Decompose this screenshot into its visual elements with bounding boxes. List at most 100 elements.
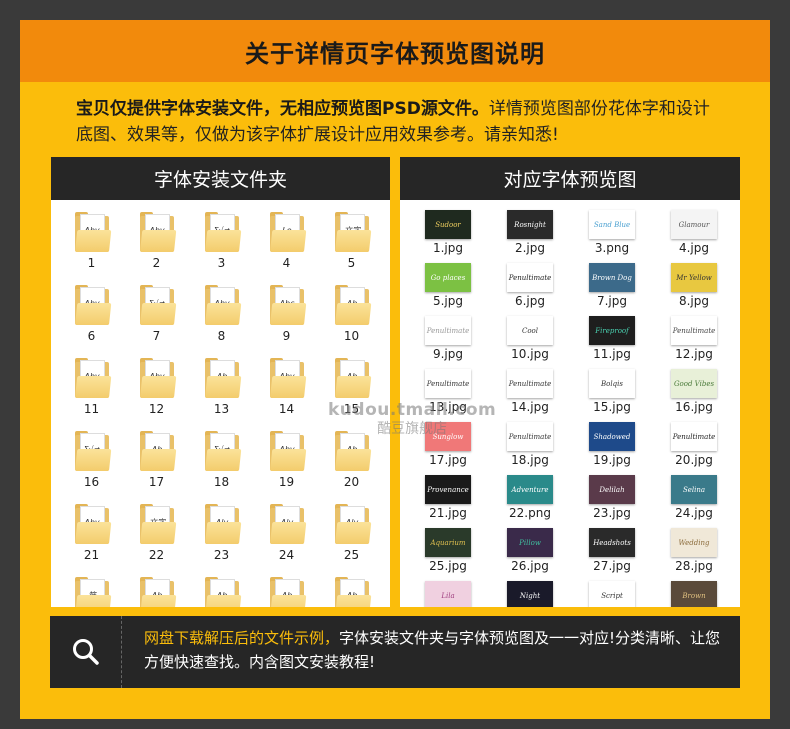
folder-item[interactable]: Ab 20 xyxy=(319,431,384,504)
folder-icon: 文字 xyxy=(334,212,371,252)
folder-item[interactable]: 文字 5 xyxy=(319,212,384,285)
folder-item[interactable]: Ab xyxy=(124,577,189,607)
folder-icon: Aby xyxy=(74,212,111,252)
bottom-highlight: 网盘下载解压后的文件示例， xyxy=(144,629,340,647)
preview-item[interactable]: Brown xyxy=(671,581,740,607)
folder-item[interactable]: 文字 22 xyxy=(124,504,189,577)
folder-label: 10 xyxy=(343,329,360,343)
preview-item[interactable]: Rosnight 2.jpg xyxy=(507,210,589,263)
folder-item[interactable]: Aly 25 xyxy=(319,504,384,577)
preview-thumbnail: Selina xyxy=(671,475,717,504)
folder-icon: Ab xyxy=(139,577,176,607)
preview-item[interactable]: Selina 24.jpg xyxy=(671,475,740,528)
folder-item[interactable]: Aby 2 xyxy=(124,212,189,285)
folder-label: 2 xyxy=(152,256,161,270)
preview-filename: 12.jpg xyxy=(675,347,713,361)
preview-thumbnail: Delilah xyxy=(589,475,635,504)
preview-filename: 17.jpg xyxy=(429,453,467,467)
folder-icon: Aby xyxy=(269,358,306,398)
folder-item[interactable]: Aby 8 xyxy=(189,285,254,358)
preview-filename: 27.jpg xyxy=(593,559,631,573)
folder-item[interactable]: Ab 13 xyxy=(189,358,254,431)
preview-item[interactable]: Penultimate 14.jpg xyxy=(507,369,589,422)
preview-thumbnail: Penultimate xyxy=(425,316,471,345)
folder-item[interactable]: Aby 1 xyxy=(59,212,124,285)
folder-item[interactable]: Aby 12 xyxy=(124,358,189,431)
folder-item[interactable]: Aby 14 xyxy=(254,358,319,431)
folder-label: 6 xyxy=(87,329,96,343)
folder-icon: Σ√≠ xyxy=(204,212,241,252)
folder-item[interactable]: Abc 9 xyxy=(254,285,319,358)
folder-item[interactable]: Aby 6 xyxy=(59,285,124,358)
preview-thumbnail: Aquarium xyxy=(425,528,471,557)
preview-thumbnail: Brown Dog xyxy=(589,263,635,292)
preview-item[interactable]: Adventure 22.png xyxy=(507,475,589,528)
preview-thumbnail: Rosnight xyxy=(507,210,553,239)
folder-icon: Aby xyxy=(139,212,176,252)
preview-item[interactable]: Penultimate 18.jpg xyxy=(507,422,589,475)
folder-item[interactable]: Aby 19 xyxy=(254,431,319,504)
preview-item[interactable]: Night xyxy=(507,581,589,607)
folder-item[interactable]: Ab 17 xyxy=(124,431,189,504)
preview-item[interactable]: Delilah 23.jpg xyxy=(589,475,671,528)
preview-item[interactable]: Glamour 4.jpg xyxy=(671,210,740,263)
folder-item[interactable]: Ab 10 xyxy=(319,285,384,358)
preview-item[interactable]: Good Vibes 16.jpg xyxy=(671,369,740,422)
folder-item[interactable]: Aby 11 xyxy=(59,358,124,431)
preview-thumbnail: Penultimate xyxy=(507,263,553,292)
preview-item[interactable]: Provenance 21.jpg xyxy=(425,475,507,528)
folder-item[interactable]: Aly 23 xyxy=(189,504,254,577)
preview-thumbnail: Cool xyxy=(507,316,553,345)
preview-filename: 11.jpg xyxy=(593,347,631,361)
preview-filename: 7.jpg xyxy=(596,294,628,308)
folder-item[interactable]: Σ√≠ 7 xyxy=(124,285,189,358)
folder-icon: Aby xyxy=(139,358,176,398)
preview-item[interactable]: Script xyxy=(589,581,671,607)
preview-thumbnail: Night xyxy=(507,581,553,607)
preview-filename: 22.png xyxy=(509,506,551,520)
preview-item[interactable]: Fireproof 11.jpg xyxy=(589,316,671,369)
preview-thumbnail: Glamour xyxy=(671,210,717,239)
preview-item[interactable]: Go places 5.jpg xyxy=(425,263,507,316)
preview-item[interactable]: Mr Yellow 8.jpg xyxy=(671,263,740,316)
preview-item[interactable]: Penultimate 9.jpg xyxy=(425,316,507,369)
preview-item[interactable]: Penultimate 13.jpg xyxy=(425,369,507,422)
folder-item[interactable]: 筋 xyxy=(59,577,124,607)
folder-item[interactable]: Aby 21 xyxy=(59,504,124,577)
preview-item[interactable]: Aquarium 25.jpg xyxy=(425,528,507,581)
folder-icon: Aby xyxy=(74,358,111,398)
intro-text: 宝贝仅提供字体安装文件，无相应预览图PSD源文件。详情预览图部份花体字和设计底图… xyxy=(76,96,726,148)
preview-item[interactable]: Sand Blue 3.png xyxy=(589,210,671,263)
preview-item[interactable]: Sunglow 17.jpg xyxy=(425,422,507,475)
preview-item[interactable]: Penultimate 20.jpg xyxy=(671,422,740,475)
preview-item[interactable]: Bolqis 15.jpg xyxy=(589,369,671,422)
preview-filename: 28.jpg xyxy=(675,559,713,573)
folder-item[interactable]: Ab xyxy=(254,577,319,607)
preview-item[interactable]: Wedding 28.jpg xyxy=(671,528,740,581)
folder-icon: Aby xyxy=(204,285,241,325)
folder-item[interactable]: Ab 15 xyxy=(319,358,384,431)
preview-item[interactable]: Pillow 26.jpg xyxy=(507,528,589,581)
preview-item[interactable]: Cool 10.jpg xyxy=(507,316,589,369)
folder-icon: Σ√≠ xyxy=(74,431,111,471)
preview-item[interactable]: Lila xyxy=(425,581,507,607)
folder-item[interactable]: Σ√≠ 3 xyxy=(189,212,254,285)
preview-item[interactable]: Penultimate 12.jpg xyxy=(671,316,740,369)
folder-item[interactable]: Aly 24 xyxy=(254,504,319,577)
folder-item[interactable]: Lo 4 xyxy=(254,212,319,285)
folder-label: 9 xyxy=(282,329,291,343)
folder-item[interactable]: Σ√≠ 18 xyxy=(189,431,254,504)
folder-item[interactable]: Ab xyxy=(189,577,254,607)
preview-item[interactable]: Brown Dog 7.jpg xyxy=(589,263,671,316)
preview-item[interactable]: Shadowed 19.jpg xyxy=(589,422,671,475)
preview-item[interactable]: Sudoor 1.jpg xyxy=(425,210,507,263)
folder-icon: Aly xyxy=(334,504,371,544)
preview-item[interactable]: Headshots 27.jpg xyxy=(589,528,671,581)
preview-item[interactable]: Penultimate 6.jpg xyxy=(507,263,589,316)
search-icon xyxy=(72,639,99,665)
preview-thumbnail: Go places xyxy=(425,263,471,292)
folder-item[interactable]: Ab xyxy=(319,577,384,607)
folder-label: 7 xyxy=(152,329,161,343)
folder-item[interactable]: Σ√≠ 16 xyxy=(59,431,124,504)
bottom-text: 网盘下载解压后的文件示例，字体安装文件夹与字体预览图及一一对应!分类清晰、让您方… xyxy=(144,626,729,674)
